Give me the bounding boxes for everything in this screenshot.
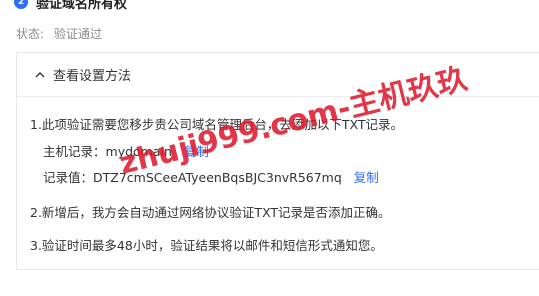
instruction-1: 1.此项验证需要您移步贵公司域名管理后台，去添加以下TXT记录。 (30, 117, 404, 132)
copy-record-button[interactable]: 复制 (354, 170, 379, 185)
host-record-value: mydomain (105, 144, 172, 159)
host-record-label: 主机记录： (43, 144, 106, 159)
record-value-text: DTZ7cmSCeeATyeenBqsBJC3nvR567mq (93, 170, 342, 185)
instruction-3: 3.验证时间最多48小时，验证结果将以邮件和短信形式通知您。 (30, 238, 383, 253)
panel-title: 查看设置方法 (53, 69, 132, 84)
instruction-2: 2.新增后，我方会自动通过网络协议验证TXT记录是否添加正确。 (30, 205, 391, 220)
status-label: 状态: (16, 27, 45, 41)
panel-header-toggle[interactable]: 查看设置方法 (17, 53, 539, 97)
setup-method-panel: 查看设置方法 1.此项验证需要您移步贵公司域名管理后台，去添加以下TXT记录。 … (16, 52, 539, 270)
status-value: 验证通过 (54, 27, 103, 41)
host-record-row: 主机记录：mydomain 复制 (43, 141, 209, 160)
step-header: 2 验证域名所有权 (14, 0, 128, 12)
record-value-row: 记录值：DTZ7cmSCeeATyeenBqsBJC3nvR567mq 复制 (43, 167, 379, 186)
copy-host-button[interactable]: 复制 (184, 144, 209, 159)
record-value-label: 记录值： (43, 170, 94, 185)
status-row: 状态: 验证通过 (16, 25, 102, 42)
chevron-up-icon (35, 71, 45, 77)
step-title: 验证域名所有权 (36, 0, 128, 12)
step-number-badge: 2 (14, 0, 28, 9)
